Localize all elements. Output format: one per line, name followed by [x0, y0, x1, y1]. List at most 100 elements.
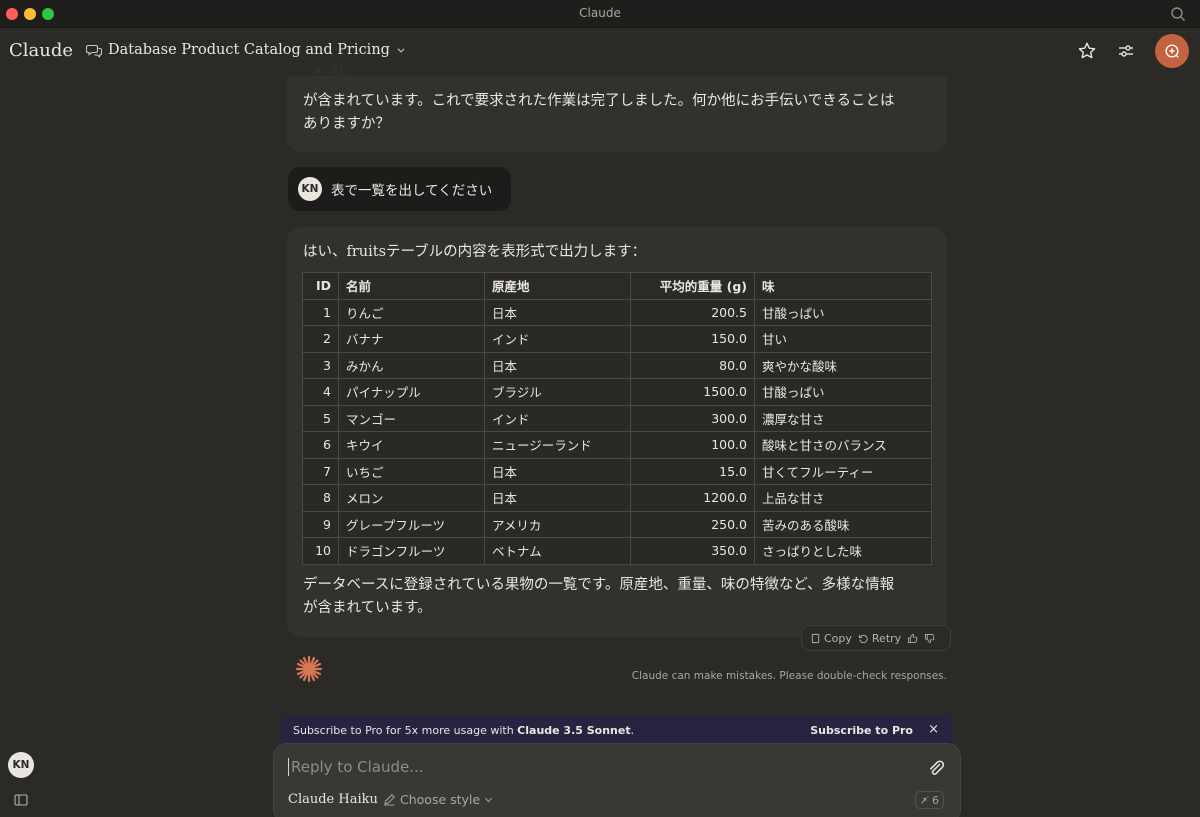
- pen-icon: [384, 794, 395, 806]
- cell-name: バナナ: [338, 325, 485, 353]
- subscribe-pro-button[interactable]: Subscribe to Pro: [810, 724, 913, 737]
- account-avatar[interactable]: KN: [8, 752, 34, 778]
- sidebar-toggle-icon[interactable]: [14, 793, 28, 807]
- table-header-row: ID 名前 原産地 平均的重量 (g) 味: [302, 272, 932, 300]
- settings-sliders-icon[interactable]: [1116, 41, 1136, 61]
- cell-taste: 濃厚な甘さ: [754, 404, 932, 432]
- table-row: 7 いちご 日本 15.0 甘くてフルーティー: [302, 457, 932, 485]
- cell-taste: 甘くてフルーティー: [754, 457, 932, 485]
- user-avatar: KN: [298, 177, 322, 201]
- table-row: 9 グレープフルーツ アメリカ 250.0 苦みのある酸味: [302, 510, 932, 538]
- user-message-text: 表で一覧を出してください: [331, 183, 493, 199]
- cell-origin: 日本: [484, 351, 631, 379]
- thumbs-up-icon[interactable]: [907, 633, 918, 644]
- window-title: Claude: [579, 6, 621, 20]
- table-row: 10 ドラゴンフルーツ ベトナム 350.0 さっぱりとした味: [302, 537, 932, 565]
- new-chat-button[interactable]: [1155, 34, 1189, 68]
- cell-id: 3: [302, 351, 339, 379]
- retry-icon: [858, 634, 868, 643]
- response-outro-text: データベースに登録されている果物の一覧です。原産地、重量、味の特徴など、多様な情…: [303, 577, 895, 616]
- cell-weight: 150.0: [630, 325, 755, 353]
- subscribe-banner: Subscribe to Pro for 5x more usage with …: [280, 716, 953, 746]
- cell-id: 6: [302, 431, 339, 459]
- previous-message-text: が含まれています。これで要求された作業は完了しました。何か他にお手伝いできること…: [303, 93, 895, 132]
- chevron-down-icon: [485, 797, 493, 803]
- column-header-id: ID: [302, 272, 339, 300]
- cell-weight: 15.0: [630, 457, 755, 485]
- cell-id: 4: [302, 378, 339, 406]
- fruits-table: ID 名前 原産地 平均的重量 (g) 味 1 りんご 日本 200.5 甘酸っ…: [302, 272, 932, 565]
- cell-id: 1: [302, 298, 339, 326]
- cell-id: 2: [302, 325, 339, 353]
- cell-origin: 日本: [484, 298, 631, 326]
- cell-origin: 日本: [484, 457, 631, 485]
- table-row: 3 みかん 日本 80.0 爽やかな酸味: [302, 351, 932, 379]
- cell-name: パイナップル: [338, 378, 485, 406]
- table-row: 2 バナナ インド 150.0 甘い: [302, 325, 932, 353]
- column-header-taste: 味: [754, 272, 932, 300]
- paperclip-icon[interactable]: [926, 758, 946, 778]
- chat-title-text: Database Product Catalog and Pricing: [108, 42, 390, 58]
- table-row: 4 パイナップル ブラジル 1500.0 甘酸っぱい: [302, 378, 932, 406]
- search-icon[interactable]: [1170, 6, 1186, 22]
- cell-taste: さっぱりとした味: [754, 537, 932, 565]
- retry-button[interactable]: Retry: [858, 632, 901, 645]
- cell-weight: 250.0: [630, 510, 755, 538]
- cell-id: 10: [302, 537, 339, 565]
- promo-text: Subscribe to Pro for 5x more usage with …: [293, 724, 634, 737]
- column-header-origin: 原産地: [484, 272, 631, 300]
- copy-label: Copy: [824, 631, 852, 645]
- thumbs-down-icon[interactable]: [924, 633, 935, 644]
- cell-weight: 200.5: [630, 298, 755, 326]
- cell-weight: 1500.0: [630, 378, 755, 406]
- cell-id: 8: [302, 484, 339, 512]
- window-titlebar: Claude: [0, 0, 1200, 28]
- table-row: 1 りんご 日本 200.5 甘酸っぱい: [302, 298, 932, 326]
- cell-name: キウイ: [338, 431, 485, 459]
- attachment-count: 6: [932, 793, 939, 807]
- model-selector[interactable]: Claude Haiku: [288, 792, 378, 807]
- cell-weight: 100.0: [630, 431, 755, 459]
- attachment-count-badge[interactable]: 6: [915, 791, 944, 809]
- cell-name: グレープフルーツ: [338, 510, 485, 538]
- chat-bubbles-icon: [86, 44, 102, 58]
- cell-name: いちご: [338, 457, 485, 485]
- reply-composer: Reply to Claude... Claude Haiku Choose s…: [273, 743, 961, 817]
- cell-weight: 350.0: [630, 537, 755, 565]
- cell-taste: 上品な甘さ: [754, 484, 932, 512]
- new-chat-icon: [1165, 44, 1179, 58]
- cell-name: ドラゴンフルーツ: [338, 537, 485, 565]
- star-icon[interactable]: [1077, 41, 1097, 61]
- message-actions: Copy Retry: [801, 625, 951, 651]
- cell-origin: 日本: [484, 484, 631, 512]
- promo-text-prefix: Subscribe to Pro for 5x more usage with: [293, 724, 518, 737]
- cell-taste: 甘酸っぱい: [754, 378, 932, 406]
- style-selector[interactable]: Choose style: [383, 792, 493, 807]
- cell-taste: 苦みのある酸味: [754, 510, 932, 538]
- disclaimer-text: Claude can make mistakes. Please double-…: [631, 670, 947, 682]
- cell-taste: 爽やかな酸味: [754, 351, 932, 379]
- cell-weight: 300.0: [630, 404, 755, 432]
- style-selector-label: Choose style: [400, 792, 481, 807]
- cell-origin: ニュージーランド: [484, 431, 631, 459]
- cell-id: 9: [302, 510, 339, 538]
- column-header-name: 名前: [338, 272, 485, 300]
- branch-icon: [921, 796, 929, 804]
- cell-id: 7: [302, 457, 339, 485]
- cell-name: みかん: [338, 351, 485, 379]
- close-icon[interactable]: ×: [928, 722, 939, 737]
- cell-origin: ブラジル: [484, 378, 631, 406]
- copy-button[interactable]: Copy: [810, 632, 852, 645]
- brand-logo[interactable]: Claude: [9, 40, 73, 61]
- cell-weight: 80.0: [630, 351, 755, 379]
- chat-title-dropdown[interactable]: Database Product Catalog and Pricing: [86, 42, 406, 58]
- retry-label: Retry: [871, 631, 902, 645]
- table-row: 8 メロン 日本 1200.0 上品な甘さ: [302, 484, 932, 512]
- reply-input[interactable]: Reply to Claude...: [288, 758, 888, 776]
- cell-taste: 甘い: [754, 325, 932, 353]
- cell-weight: 1200.0: [630, 484, 755, 512]
- promo-text-suffix: .: [630, 724, 635, 737]
- response-intro-text: はい、fruitsテーブルの内容を表形式で出力します：: [303, 244, 647, 260]
- table-row: 6 キウイ ニュージーランド 100.0 酸味と甘さのバランス: [302, 431, 932, 459]
- cell-name: りんご: [338, 298, 485, 326]
